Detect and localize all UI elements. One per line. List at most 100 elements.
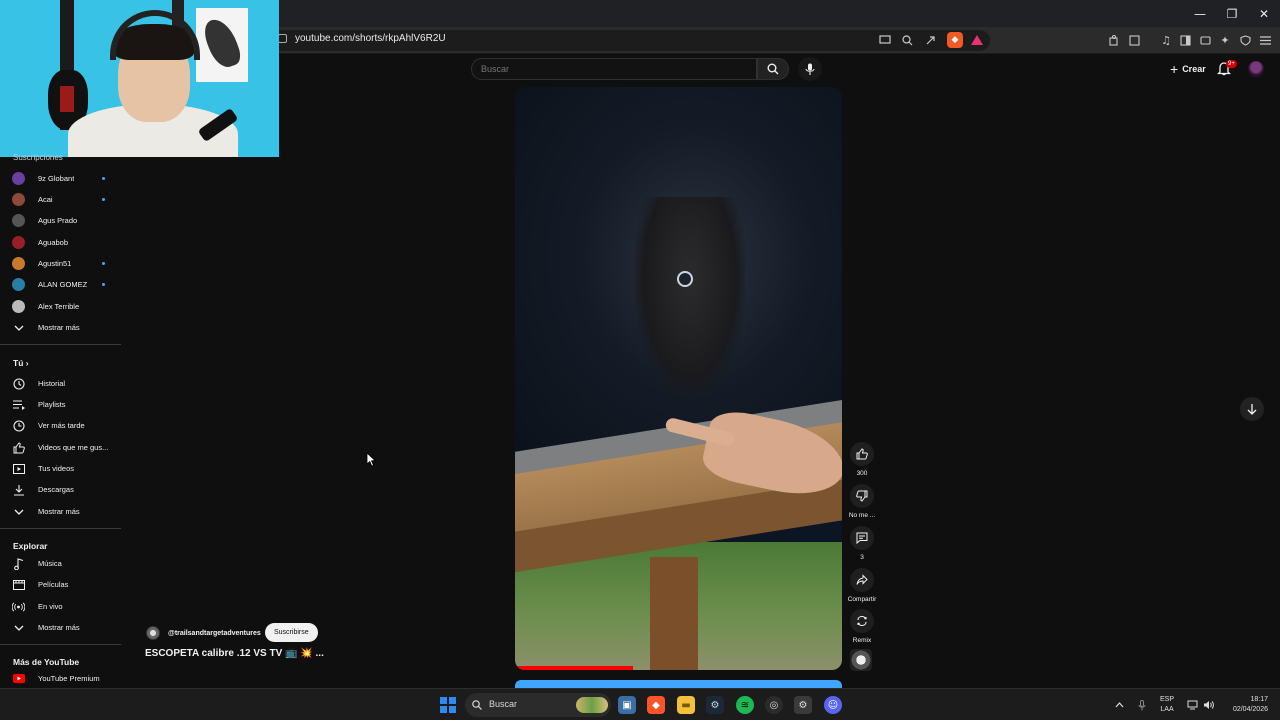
sidebar-item-downloads[interactable]: Descargas <box>0 479 121 500</box>
voice-search-button[interactable] <box>798 57 822 81</box>
tray-chevron-icon[interactable] <box>1115 689 1124 720</box>
cast-icon[interactable] <box>877 32 893 48</box>
comments-button[interactable] <box>850 526 874 550</box>
channel-avatar[interactable] <box>146 626 160 640</box>
channel-name: Acai <box>38 195 53 204</box>
sidebar-channel-agustin51[interactable]: Agustin51 <box>0 253 121 274</box>
sidebar-item-label: Tus videos <box>38 464 74 473</box>
file-explorer-icon[interactable]: ▬ <box>677 696 695 714</box>
explore-section-title: Explorar <box>13 541 48 551</box>
shorts-video-player[interactable] <box>515 87 842 670</box>
sidebar-item-history[interactable]: Historial <box>0 373 121 394</box>
language-indicator[interactable]: ESP LAA <box>1160 695 1174 715</box>
photos-app-icon[interactable]: ▣ <box>618 696 636 714</box>
you-section-title[interactable]: Tú › <box>13 358 29 368</box>
vpn-shield-icon[interactable] <box>1237 32 1253 48</box>
brave-shields-icon[interactable]: ◆ <box>947 32 963 48</box>
brave-rewards-icon[interactable] <box>969 32 985 48</box>
spotify-icon[interactable]: ≋ <box>736 696 754 714</box>
sidebar-channel-agus-prado[interactable]: Agus Prado <box>0 210 121 231</box>
channel-handle[interactable]: @trailsandtargetadventures <box>168 630 261 637</box>
sidebar-item-label: Películas <box>38 580 69 589</box>
divider <box>0 644 121 645</box>
settings-icon[interactable]: ⚙ <box>794 696 812 714</box>
liked-videos-icon <box>12 441 25 454</box>
search-button[interactable] <box>757 58 789 80</box>
close-button[interactable]: ✕ <box>1248 0 1280 27</box>
like-button[interactable] <box>850 442 874 466</box>
sidebar-item-label: Ver más tarde <box>38 421 85 430</box>
sidebar-channel-aguabob[interactable]: Aguabob <box>0 232 121 253</box>
remix-button[interactable] <box>850 609 874 633</box>
tab-search-icon[interactable] <box>1126 32 1142 48</box>
microphone-icon <box>805 63 815 75</box>
show-more-label: Mostrar más <box>38 623 80 632</box>
obs-studio-icon[interactable]: ◎ <box>765 696 783 714</box>
brave-browser-icon[interactable]: ◆ <box>647 696 665 714</box>
channel-avatar <box>12 193 25 206</box>
next-short-preview[interactable] <box>515 680 842 688</box>
steam-icon[interactable]: ⚙ <box>706 696 724 714</box>
network-icon[interactable] <box>1187 689 1198 720</box>
channel-info[interactable]: @trailsandtargetadventures <box>146 624 261 642</box>
sidebar-item-youtube-premium[interactable]: YouTube Premium <box>0 668 121 689</box>
channel-name: Agus Prado <box>38 216 78 225</box>
volume-icon[interactable] <box>1203 689 1214 720</box>
site-info-icon[interactable] <box>278 34 287 43</box>
search-input[interactable] <box>472 59 756 79</box>
sidebar-channel-alex-terrible[interactable]: Alex Terrible <box>0 296 121 317</box>
url-text[interactable]: youtube.com/shorts/rkpAhlV6R2U <box>295 33 446 44</box>
account-avatar[interactable] <box>1248 61 1264 77</box>
subscriptions-title[interactable]: Suscripciones <box>13 153 63 162</box>
comment-count: 3 <box>860 554 864 561</box>
sidebar-item-playlists[interactable]: Playlists <box>0 394 121 415</box>
clock[interactable]: 18:17 02/04/2026 <box>1222 695 1268 715</box>
sidebar-channel-alan-gomez[interactable]: ALAN GOMEZ <box>0 274 121 295</box>
sidebar-channel-acai[interactable]: Acai <box>0 189 121 210</box>
chevron-down-icon <box>12 321 25 334</box>
sidebar-item-liked-videos[interactable]: Videos que me gus... <box>0 437 121 458</box>
new-content-dot <box>102 262 105 265</box>
short-title[interactable]: ESCOPETA calibre .12 VS TV 📺 💥 ... <box>145 648 324 659</box>
downloads-icon <box>12 483 25 496</box>
dislike-button[interactable] <box>850 484 874 508</box>
video-frame-bird <box>635 197 745 397</box>
sidebar-channel-9z-globant[interactable]: 9z Globant <box>0 168 121 189</box>
next-short-button[interactable] <box>1240 397 1264 421</box>
sidebar-item-movies[interactable]: Películas <box>0 574 121 595</box>
restore-button[interactable]: ❐ <box>1216 0 1248 27</box>
channel-avatar <box>12 214 25 227</box>
sidebar-item-watch-later[interactable]: Ver más tarde <box>0 415 121 436</box>
video-progress-bar[interactable] <box>515 666 633 670</box>
sidebar-item-music[interactable]: Música <box>0 553 121 574</box>
discord-icon[interactable]: ☺ <box>824 696 842 714</box>
show-more-explore[interactable]: Mostrar más <box>0 617 121 638</box>
zoom-icon[interactable] <box>899 32 915 48</box>
sidebar-item-live[interactable]: En vivo <box>0 596 121 617</box>
share-page-icon[interactable] <box>922 32 938 48</box>
subscribe-button[interactable]: Suscribirse <box>265 623 318 642</box>
sidebar-toggle-icon[interactable] <box>1177 32 1193 48</box>
chevron-down-icon <box>12 621 25 634</box>
keyboard-layout: LAA <box>1160 706 1174 713</box>
video-frame-bullet-hole <box>677 271 693 287</box>
microphone-tray-icon[interactable] <box>1138 689 1146 720</box>
sound-avatar[interactable] <box>850 649 872 671</box>
playlists-icon <box>12 398 25 411</box>
sidebar-item-label: Historial <box>38 379 66 388</box>
search-icon <box>767 63 779 75</box>
minimize-button[interactable]: — <box>1184 0 1216 27</box>
show-more-you[interactable]: Mostrar más <box>0 501 121 522</box>
menu-icon[interactable] <box>1257 32 1273 48</box>
windows-start-icon[interactable] <box>440 697 456 713</box>
share-button[interactable] <box>850 568 874 592</box>
create-button[interactable]: + Crear <box>1164 59 1212 79</box>
leo-ai-icon[interactable]: ✦ <box>1217 32 1233 48</box>
plus-icon: + <box>1170 61 1179 77</box>
show-more-subscriptions[interactable]: Mostrar más <box>0 317 121 338</box>
sidebar-item-your-videos[interactable]: Tus videos <box>0 458 121 479</box>
wallet-icon[interactable] <box>1197 32 1213 48</box>
media-icon[interactable]: ♫ <box>1158 32 1174 48</box>
search-box[interactable] <box>471 58 757 80</box>
extensions-icon[interactable] <box>1106 32 1122 48</box>
